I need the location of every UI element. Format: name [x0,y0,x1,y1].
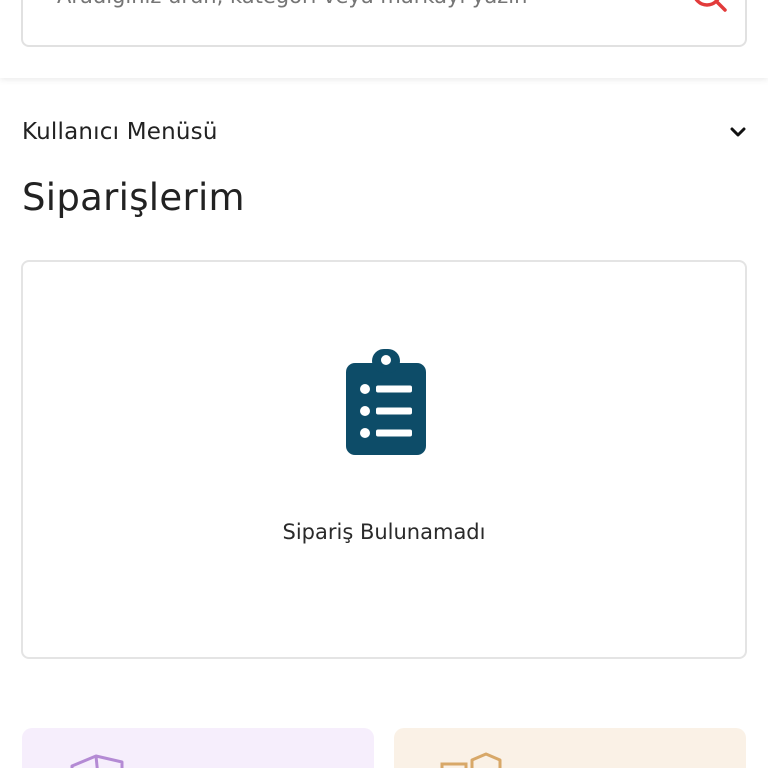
page-title: Siparişlerim [22,176,245,219]
box-icon [70,754,124,768]
orders-empty-card: Sipariş Bulunamadı [21,260,747,659]
search-box[interactable] [21,0,747,47]
promo-tile-right[interactable] [394,728,746,768]
promo-tile-left[interactable] [22,728,374,768]
page: Kullanıcı Menüsü Siparişlerim Sipariş Bu… [0,0,768,768]
header [0,0,768,78]
empty-orders-message: Sipariş Bulunamadı [282,520,486,544]
search-icon[interactable] [687,0,731,16]
search-input[interactable] [57,0,657,14]
user-menu-label: Kullanıcı Menüsü [22,119,218,145]
hand-package-icon [440,752,502,768]
chevron-down-icon[interactable] [728,122,748,142]
user-menu-toggle[interactable]: Kullanıcı Menüsü [22,112,750,152]
clipboard-list-icon [346,349,426,455]
